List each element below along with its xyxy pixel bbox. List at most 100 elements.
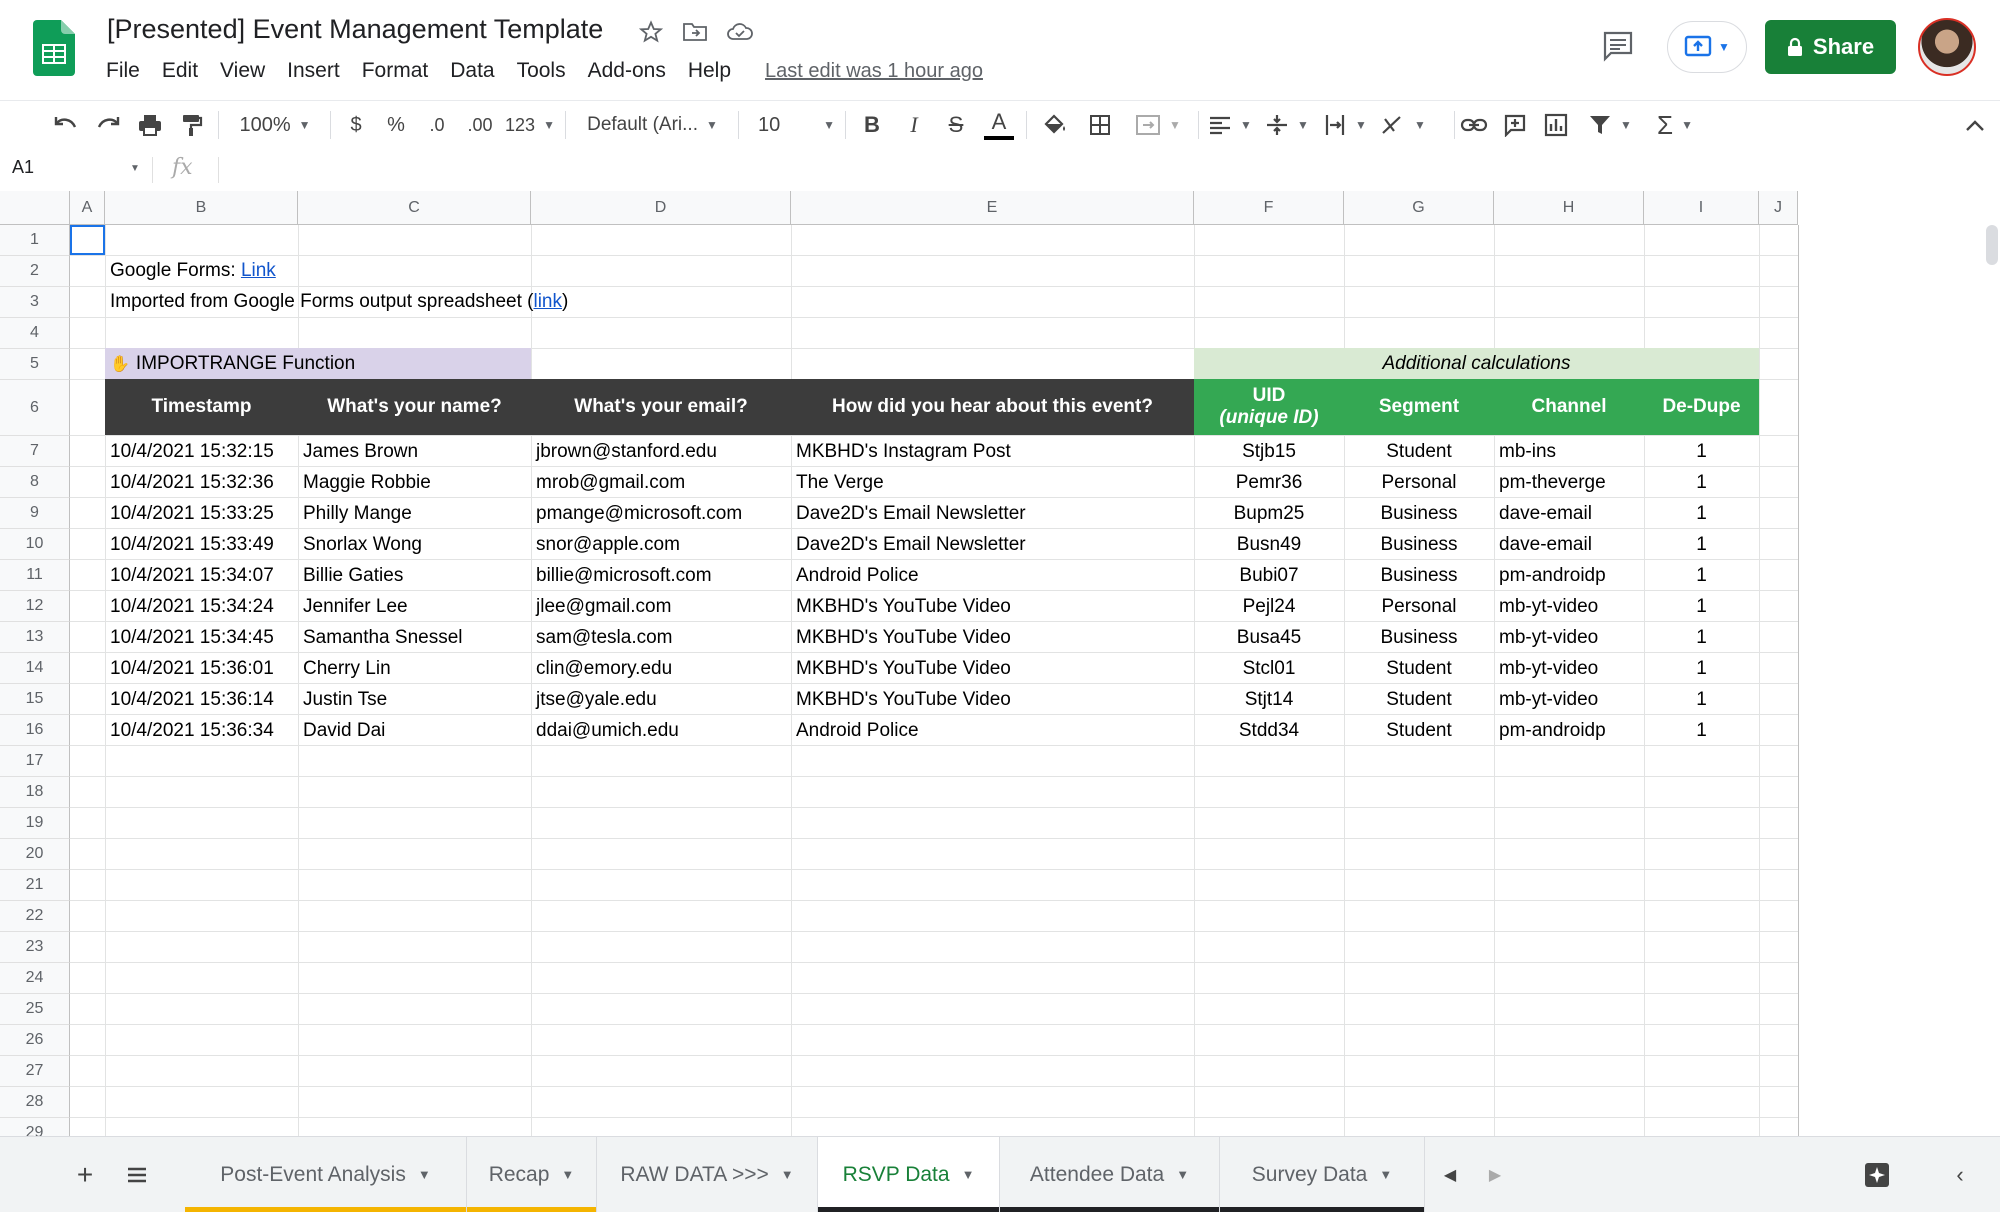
undo-icon[interactable] [50, 101, 82, 149]
cell-segment[interactable]: Business [1344, 529, 1494, 560]
horizontal-align-icon[interactable]: ▼ [1205, 101, 1255, 149]
cell-email[interactable]: snor@apple.com [531, 529, 791, 560]
cell-name[interactable]: Maggie Robbie [298, 467, 531, 498]
row-header[interactable]: 12 [0, 591, 70, 622]
cell-timestamp[interactable]: 10/4/2021 15:36:01 [105, 653, 298, 684]
column-header-a[interactable]: A [70, 191, 105, 225]
cell-name[interactable]: James Brown [298, 436, 531, 467]
scroll-tabs-left-icon[interactable]: ◀ [1430, 1137, 1470, 1212]
cell-segment[interactable]: Student [1344, 684, 1494, 715]
chevron-down-icon[interactable]: ▼ [962, 1167, 975, 1182]
scroll-tabs-right-icon[interactable]: ▶ [1475, 1137, 1515, 1212]
cell-name[interactable]: Philly Mange [298, 498, 531, 529]
row-header[interactable]: 25 [0, 994, 70, 1025]
cell-segment[interactable]: Business [1344, 498, 1494, 529]
paint-format-icon[interactable] [176, 101, 208, 149]
cell-timestamp[interactable]: 10/4/2021 15:34:24 [105, 591, 298, 622]
cell-name[interactable]: Billie Gaties [298, 560, 531, 591]
cell-segment[interactable]: Business [1344, 622, 1494, 653]
strikethrough-button[interactable]: S [941, 101, 971, 149]
menu-tools[interactable]: Tools [517, 59, 566, 83]
menu-view[interactable]: View [220, 59, 265, 83]
row-header[interactable]: 8 [0, 467, 70, 498]
sheet-tab[interactable]: Recap ▼ [467, 1137, 597, 1212]
italic-button[interactable]: I [899, 101, 929, 149]
column-header-f[interactable]: F [1194, 191, 1344, 225]
decrease-decimal-button[interactable]: .0 [420, 101, 454, 149]
collapse-toolbar-icon[interactable] [1960, 101, 1990, 149]
increase-decimal-button[interactable]: .00 [460, 101, 500, 149]
row-header[interactable]: 17 [0, 746, 70, 777]
insert-chart-icon[interactable] [1538, 101, 1574, 149]
cell-uid[interactable]: Bupm25 [1194, 498, 1344, 529]
row-header[interactable]: 10 [0, 529, 70, 560]
cell-dedupe[interactable]: 1 [1644, 498, 1759, 529]
cell-source[interactable]: MKBHD's YouTube Video [791, 653, 1194, 684]
cell-email[interactable]: billie@microsoft.com [531, 560, 791, 591]
cell-dedupe[interactable]: 1 [1644, 436, 1759, 467]
add-sheet-button[interactable]: + [60, 1137, 110, 1212]
row-header[interactable]: 22 [0, 901, 70, 932]
chevron-down-icon[interactable]: ▼ [1379, 1167, 1392, 1182]
google-forms-link[interactable]: Link [241, 260, 276, 282]
cell-segment[interactable]: Business [1344, 560, 1494, 591]
cell-timestamp[interactable]: 10/4/2021 15:33:25 [105, 498, 298, 529]
cell-email[interactable]: ddai@umich.edu [531, 715, 791, 746]
cell-timestamp[interactable]: 10/4/2021 15:32:15 [105, 436, 298, 467]
row-header[interactable]: 7 [0, 436, 70, 467]
cell-uid[interactable]: Stcl01 [1194, 653, 1344, 684]
cell-dedupe[interactable]: 1 [1644, 591, 1759, 622]
cell-email[interactable]: jtse@yale.edu [531, 684, 791, 715]
cell-source[interactable]: MKBHD's YouTube Video [791, 622, 1194, 653]
cell-channel[interactable]: dave-email [1494, 529, 1644, 560]
insert-comment-icon[interactable] [1497, 101, 1533, 149]
row-header[interactable]: 26 [0, 1025, 70, 1056]
cell-timestamp[interactable]: 10/4/2021 15:34:07 [105, 560, 298, 591]
cell-channel[interactable]: mb-yt-video [1494, 684, 1644, 715]
cell-channel[interactable]: mb-yt-video [1494, 622, 1644, 653]
column-header-g[interactable]: G [1344, 191, 1494, 225]
name-box[interactable]: A1 ▼ [12, 157, 142, 178]
cell-name[interactable]: David Dai [298, 715, 531, 746]
row-header[interactable]: 24 [0, 963, 70, 994]
vertical-scrollbar[interactable] [1986, 225, 1998, 265]
cell-email[interactable]: clin@emory.edu [531, 653, 791, 684]
menu-file[interactable]: File [106, 59, 140, 83]
currency-format-button[interactable]: $ [342, 101, 370, 149]
menu-help[interactable]: Help [688, 59, 731, 83]
cell-dedupe[interactable]: 1 [1644, 684, 1759, 715]
menu-edit[interactable]: Edit [162, 59, 198, 83]
row-header[interactable]: 16 [0, 715, 70, 746]
column-header-d[interactable]: D [531, 191, 791, 225]
cell-uid[interactable]: Stdd34 [1194, 715, 1344, 746]
sheet-tab[interactable]: RSVP Data ▼ [818, 1137, 1000, 1212]
vertical-align-icon[interactable]: ▼ [1262, 101, 1312, 149]
row-header[interactable]: 19 [0, 808, 70, 839]
text-rotation-icon[interactable]: ▼ [1378, 101, 1428, 149]
cell-dedupe[interactable]: 1 [1644, 529, 1759, 560]
select-all-corner[interactable] [0, 191, 70, 225]
import-source-link[interactable]: link [533, 291, 562, 313]
column-header-j[interactable]: J [1759, 191, 1798, 225]
column-header-h[interactable]: H [1494, 191, 1644, 225]
chevron-down-icon[interactable]: ▼ [1176, 1167, 1189, 1182]
cell-source[interactable]: Android Police [791, 715, 1194, 746]
insert-link-icon[interactable] [1456, 101, 1492, 149]
column-header-c[interactable]: C [298, 191, 531, 225]
cloud-status-icon[interactable] [725, 17, 755, 47]
cell-email[interactable]: mrob@gmail.com [531, 467, 791, 498]
row-header[interactable]: 28 [0, 1087, 70, 1118]
cell-source[interactable]: MKBHD's YouTube Video [791, 684, 1194, 715]
cell-source[interactable]: Dave2D's Email Newsletter [791, 529, 1194, 560]
cell-timestamp[interactable]: 10/4/2021 15:32:36 [105, 467, 298, 498]
row-header[interactable]: 9 [0, 498, 70, 529]
cell-email[interactable]: jlee@gmail.com [531, 591, 791, 622]
cell-channel[interactable]: pm-androidp [1494, 715, 1644, 746]
cell-email[interactable]: jbrown@stanford.edu [531, 436, 791, 467]
cell-name[interactable]: Snorlax Wong [298, 529, 531, 560]
cell-uid[interactable]: Busa45 [1194, 622, 1344, 653]
cell-dedupe[interactable]: 1 [1644, 560, 1759, 591]
cell-dedupe[interactable]: 1 [1644, 467, 1759, 498]
sheet-tab[interactable]: Attendee Data ▼ [1000, 1137, 1220, 1212]
cell-email[interactable]: pmange@microsoft.com [531, 498, 791, 529]
